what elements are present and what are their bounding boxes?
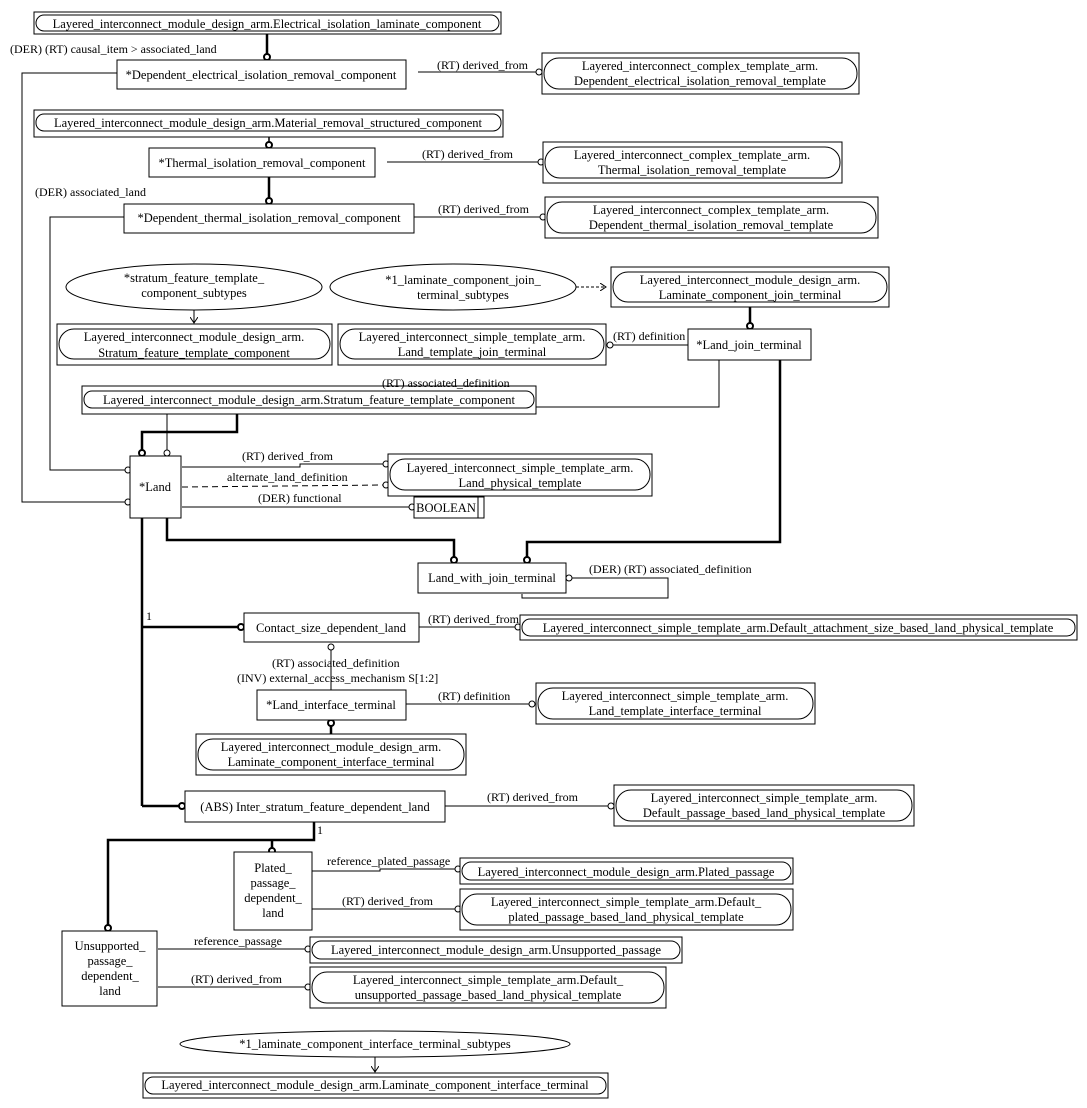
lam-join-term-label-1: Layered_interconnect_module_design_arm. bbox=[640, 273, 860, 287]
plated-label-4: land bbox=[262, 906, 284, 920]
default-plated-label-1: Layered_interconnect_simple_template_arm… bbox=[491, 895, 762, 909]
rel-definition-join: (RT) definition bbox=[613, 329, 685, 343]
unsupported-label-3: dependent_ bbox=[81, 969, 139, 983]
land-with-join-label: Land_with_join_terminal bbox=[428, 571, 556, 585]
relationship-end-circles bbox=[104, 53, 754, 991]
dep-elec-tmpl-label-1: Layered_interconnect_complex_template_ar… bbox=[582, 59, 818, 73]
rel-card-1-a: 1 bbox=[146, 609, 152, 623]
default-unsupported-label-1: Layered_interconnect_simple_template_arm… bbox=[353, 973, 624, 987]
land-tmpl-iface-label-2: Land_template_interface_terminal bbox=[589, 704, 762, 718]
plated-passage-label: Layered_interconnect_module_design_arm.P… bbox=[478, 865, 775, 879]
unsupported-passage-label: Layered_interconnect_module_design_arm.U… bbox=[331, 943, 662, 957]
rel-der-assoc-land: (DER) associated_land bbox=[35, 185, 146, 199]
rel-assoc-def-sft: (RT) associated_definition bbox=[382, 376, 510, 390]
express-g-diagram: Layered_interconnect_module_design_arm.E… bbox=[10, 11, 1078, 1099]
dep-thermal-label: *Dependent_thermal_isolation_removal_com… bbox=[137, 211, 401, 225]
rel-alternate-land: alternate_land_definition bbox=[227, 470, 348, 484]
default-plated-label-2: plated_passage_based_land_physical_templ… bbox=[508, 910, 744, 924]
sft-comp-1line-label: Layered_interconnect_module_design_arm.S… bbox=[103, 393, 516, 407]
line-alternate-land bbox=[181, 484, 385, 488]
rel-iface-definition: (RT) definition bbox=[438, 689, 510, 703]
contact-size-label: Contact_size_dependent_land bbox=[256, 621, 407, 635]
rel-derived-from-2: (RT) derived_from bbox=[422, 147, 514, 161]
line-assoc-def-sft bbox=[535, 360, 720, 408]
unsupported-label-2: passage_ bbox=[87, 954, 133, 968]
rel-iface-assoc-def: (RT) associated_definition bbox=[272, 656, 400, 670]
rel-ext-access: (INV) external_access_mechanism S[1:2] bbox=[237, 671, 438, 685]
default-passage-label-1: Layered_interconnect_simple_template_arm… bbox=[651, 791, 878, 805]
lam-iface-term-1line-label: Layered_interconnect_module_design_arm.L… bbox=[161, 1078, 589, 1092]
lam-iface-term-2line-label-1: Layered_interconnect_module_design_arm. bbox=[221, 740, 441, 754]
thermal-tmpl-label-1: Layered_interconnect_complex_template_ar… bbox=[574, 148, 810, 162]
lam-iface-term-2line-label-2: Laminate_component_interface_terminal bbox=[228, 755, 435, 769]
rel-functional: (DER) functional bbox=[258, 491, 342, 505]
rel-ref-plated: reference_plated_passage bbox=[327, 854, 450, 868]
lit-subtypes-label: *1_laminate_component_interface_terminal… bbox=[239, 1037, 511, 1051]
default-attach-label: Layered_interconnect_simple_template_arm… bbox=[543, 621, 1054, 635]
dep-thermal-tmpl-label-2: Dependent_thermal_isolation_removal_temp… bbox=[589, 218, 834, 232]
rel-lwjt-assoc-def: (DER) (RT) associated_definition bbox=[589, 562, 752, 576]
inter-stratum-label: (ABS) Inter_stratum_feature_dependent_la… bbox=[200, 800, 430, 814]
unsupported-label-1: Unsupported_ bbox=[75, 939, 147, 953]
unsupported-label-4: land bbox=[99, 984, 121, 998]
rel-land-derived-from: (RT) derived_from bbox=[242, 449, 334, 463]
thermal-tmpl-label-2: Thermal_isolation_removal_template bbox=[598, 163, 787, 177]
sft-comp-2line-label-2: Stratum_feature_template_component bbox=[98, 346, 290, 360]
dep-thermal-tmpl-label-1: Layered_interconnect_complex_template_ar… bbox=[593, 203, 829, 217]
dep-elec-tmpl-label-2: Dependent_electrical_isolation_removal_t… bbox=[574, 74, 826, 88]
land-tmpl-join-label-1: Layered_interconnect_simple_template_arm… bbox=[359, 330, 586, 344]
land-phys-tmpl-label-2: Land_physical_template bbox=[459, 476, 582, 490]
land-tmpl-iface-label-1: Layered_interconnect_simple_template_arm… bbox=[562, 689, 789, 703]
sft-subtypes-label-2: component_subtypes bbox=[141, 286, 247, 300]
plated-label-1: Plated_ bbox=[254, 861, 292, 875]
plated-label-2: passage_ bbox=[250, 876, 296, 890]
default-unsupported-label-2: unsupported_passage_based_land_physical_… bbox=[355, 988, 622, 1002]
land-iface-term-label: *Land_interface_terminal bbox=[266, 698, 396, 712]
land-tmpl-join-label-2: Land_template_join_terminal bbox=[398, 345, 547, 359]
thermal-iso-label: *Thermal_isolation_removal_component bbox=[159, 156, 366, 170]
rel-derived-from-3: (RT) derived_from bbox=[438, 202, 530, 216]
rel-ref-passage: reference_passage bbox=[194, 934, 282, 948]
ljt-subtypes-label-1: *1_laminate_component_join_ bbox=[385, 273, 541, 287]
rel-plated-derived-from: (RT) derived_from bbox=[342, 894, 434, 908]
rel-derived-from-1: (RT) derived_from bbox=[437, 58, 529, 72]
ljt-subtypes-label-2: terminal_subtypes bbox=[417, 288, 509, 302]
rel-contact-derived-from: (RT) derived_from bbox=[428, 612, 520, 626]
boolean-label: BOOLEAN bbox=[416, 501, 476, 515]
rel-card-1-b: 1 bbox=[317, 823, 323, 837]
rel-causal-item: (DER) (RT) causal_item > associated_land bbox=[10, 42, 217, 56]
dep-elec-iso-label: *Dependent_electrical_isolation_removal_… bbox=[126, 68, 397, 82]
sft-comp-2line-label-1: Layered_interconnect_module_design_arm. bbox=[84, 330, 304, 344]
line-land-to-sft bbox=[140, 414, 239, 452]
lam-join-term-label-2: Laminate_component_join_terminal bbox=[659, 288, 842, 302]
default-passage-label-2: Default_passage_based_land_physical_temp… bbox=[643, 806, 886, 820]
land-join-terminal-label: *Land_join_terminal bbox=[696, 338, 802, 352]
rel-inter-derived-from: (RT) derived_from bbox=[487, 790, 579, 804]
mat-removal-label: Layered_interconnect_module_design_arm.M… bbox=[54, 116, 482, 130]
plated-label-3: dependent_ bbox=[244, 891, 302, 905]
line-ref-plated bbox=[312, 868, 456, 872]
line-land-derived bbox=[182, 463, 384, 468]
land-label: *Land bbox=[139, 480, 172, 494]
elec-iso-lam-label: Layered_interconnect_module_design_arm.E… bbox=[53, 17, 482, 31]
line-land-to-lwjt bbox=[165, 518, 456, 557]
rel-unsupported-derived-from: (RT) derived_from bbox=[191, 972, 283, 986]
sft-subtypes-label-1: *stratum_feature_template_ bbox=[124, 271, 265, 285]
land-phys-tmpl-label-1: Layered_interconnect_simple_template_arm… bbox=[407, 461, 634, 475]
select-laminate-component-join-terminal-subtypes[interactable] bbox=[329, 263, 577, 311]
